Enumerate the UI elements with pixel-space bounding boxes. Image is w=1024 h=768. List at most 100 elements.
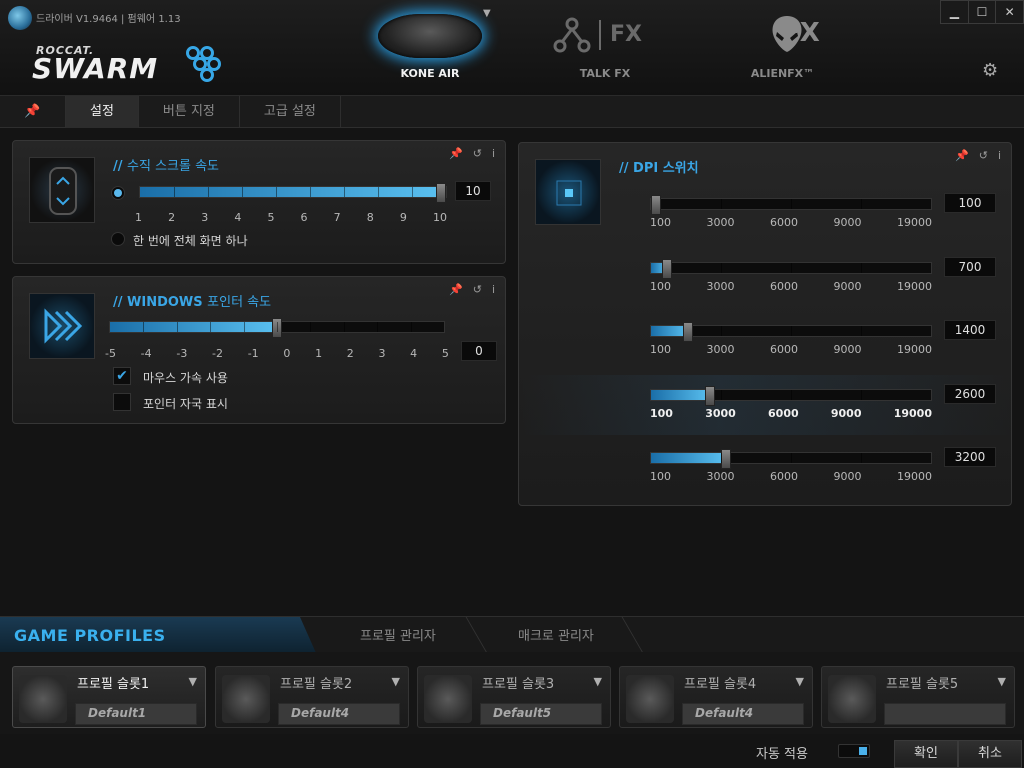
tick-label: 6 — [300, 211, 308, 224]
tick-label: 0 — [283, 347, 291, 360]
swarm-logo-text: SWARM — [32, 52, 159, 85]
tick-label: 7 — [333, 211, 341, 224]
profile-slot[interactable]: 프로필 슬롯1 ▼ Default1 — [12, 666, 206, 728]
dpi-ticks: 100 3000 6000 9000 19000 — [650, 216, 932, 229]
info-icon[interactable]: i — [492, 147, 495, 160]
info-icon[interactable]: i — [998, 149, 1001, 162]
dpi-value: 700 — [944, 257, 996, 277]
slider-segment — [310, 187, 311, 197]
scroll-speed-slider[interactable] — [139, 183, 447, 203]
profile-slot-profile[interactable]: Default4 — [278, 703, 400, 725]
tick-label: 3 — [201, 211, 209, 224]
dpi-slider[interactable] — [650, 322, 932, 342]
pointer-speed-slider[interactable] — [109, 318, 445, 338]
slider-segment — [861, 390, 862, 400]
pointer-trail-checkbox[interactable] — [113, 393, 131, 411]
chevron-down-icon[interactable]: ▼ — [998, 675, 1006, 688]
tick-label: -1 — [247, 347, 259, 360]
dpi-ticks: 100 3000 6000 9000 19000 — [650, 343, 932, 356]
chevron-down-icon[interactable]: ▼ — [189, 675, 197, 688]
game-profiles-tab[interactable]: GAME PROFILES — [0, 617, 316, 653]
pin-tab[interactable]: 📌 — [0, 96, 66, 128]
device-tab-kone-air[interactable]: KONE AIR — [340, 0, 520, 96]
tab-settings[interactable]: 설정 — [66, 96, 139, 128]
device-tab-alienfx[interactable]: FX ALIENFX™ — [690, 0, 875, 96]
auto-apply-toggle[interactable] — [838, 744, 870, 758]
reset-icon[interactable]: ↺ — [473, 147, 482, 160]
panel-title: // 수직 스크롤 속도 — [113, 159, 220, 174]
panel-icons: 📌 ↺ i — [449, 147, 495, 160]
tick-label: 19000 — [897, 470, 932, 483]
tab-button-assignment[interactable]: 버튼 지정 — [139, 96, 240, 128]
slider-segment — [861, 199, 862, 209]
chevron-down-icon[interactable]: ▼ — [392, 675, 400, 688]
slider-handle[interactable] — [662, 259, 672, 279]
slider-fill — [651, 453, 726, 463]
tab-macro-manager[interactable]: 매크로 관리자 — [518, 625, 594, 644]
slider-segment — [310, 322, 311, 332]
slider-segment — [378, 187, 379, 197]
slider-segment — [276, 187, 277, 197]
chevron-down-icon[interactable]: ▼ — [594, 675, 602, 688]
dpi-value: 2600 — [944, 384, 996, 404]
reset-icon[interactable]: ↺ — [473, 283, 482, 296]
profile-slot[interactable]: 프로필 슬롯3 ▼ Default5 — [417, 666, 611, 728]
gear-icon[interactable]: ⚙ — [982, 60, 998, 81]
pin-icon[interactable]: 📌 — [449, 147, 463, 160]
slider-segment — [791, 199, 792, 209]
profile-slot-profile[interactable]: Default4 — [682, 703, 804, 725]
game-profiles-bar: GAME PROFILES 프로필 관리자 매크로 관리자 — [0, 616, 1024, 653]
tick-label: 100 — [650, 343, 671, 356]
slider-handle[interactable] — [705, 386, 715, 406]
dpi-row: 3200 100 3000 6000 9000 19000 — [520, 438, 1020, 498]
maximize-button[interactable]: ☐ — [969, 1, 997, 23]
dpi-row: 700 100 3000 6000 9000 19000 — [520, 248, 1020, 308]
minimize-button[interactable]: ▁ — [941, 1, 969, 23]
tick-label: -4 — [140, 347, 152, 360]
slider-segment — [791, 326, 792, 336]
mouse-accel-checkbox[interactable]: ✔ — [113, 367, 131, 385]
pin-icon[interactable]: 📌 — [955, 149, 969, 162]
slider-handle[interactable] — [721, 449, 731, 469]
reset-icon[interactable]: ↺ — [979, 149, 988, 162]
panel-title: // DPI 스위치 — [619, 161, 699, 176]
slider-handle[interactable] — [436, 183, 446, 203]
close-button[interactable]: ✕ — [996, 1, 1023, 23]
alienfx-icon-text: FX — [782, 18, 820, 48]
slider-handle[interactable] — [683, 322, 693, 342]
tick-label: 3000 — [706, 280, 735, 293]
slider-segment — [721, 263, 722, 273]
cancel-button[interactable]: 취소 — [958, 740, 1022, 768]
dpi-row-selected: 2600 100 3000 6000 9000 19000 — [520, 375, 1020, 435]
profile-slot-name: 프로필 슬롯3 — [482, 677, 555, 692]
pin-icon[interactable]: 📌 — [449, 283, 463, 296]
tick-label: 2 — [168, 211, 176, 224]
slider-segment — [791, 453, 792, 463]
pointer-speed-ticks: -5 -4 -3 -2 -1 0 1 2 3 4 5 — [105, 347, 449, 360]
profile-slot[interactable]: 프로필 슬롯4 ▼ Default4 — [619, 666, 813, 728]
tick-label: -2 — [212, 347, 223, 360]
panel-icons: 📌 ↺ i — [449, 283, 495, 296]
slider-segment — [210, 322, 211, 332]
chevron-down-icon[interactable]: ▼ — [483, 8, 491, 19]
tab-advanced-settings[interactable]: 고급 설정 — [240, 96, 341, 128]
profile-slot-profile[interactable] — [884, 703, 1006, 725]
tab-divider — [621, 617, 644, 653]
dpi-slider[interactable] — [650, 449, 932, 469]
ok-button[interactable]: 확인 — [894, 740, 958, 768]
chevron-down-icon[interactable]: ▼ — [796, 675, 804, 688]
profile-slot[interactable]: 프로필 슬롯2 ▼ Default4 — [215, 666, 409, 728]
profile-slot-profile[interactable]: Default1 — [75, 703, 197, 725]
dpi-slider[interactable] — [650, 195, 932, 215]
tab-profile-manager[interactable]: 프로필 관리자 — [360, 625, 436, 644]
slider-handle[interactable] — [651, 195, 661, 215]
dpi-slider[interactable] — [650, 259, 932, 279]
scroll-lines-radio[interactable] — [111, 186, 125, 200]
profile-slot-profile[interactable]: Default5 — [480, 703, 602, 725]
dpi-slider[interactable] — [650, 386, 932, 406]
profile-slot[interactable]: 프로필 슬롯5 ▼ — [821, 666, 1015, 728]
slider-fill — [140, 187, 441, 197]
device-tab-talk-fx[interactable]: FX TALK FX — [520, 0, 690, 96]
info-icon[interactable]: i — [492, 283, 495, 296]
full-screen-radio[interactable] — [111, 232, 125, 246]
